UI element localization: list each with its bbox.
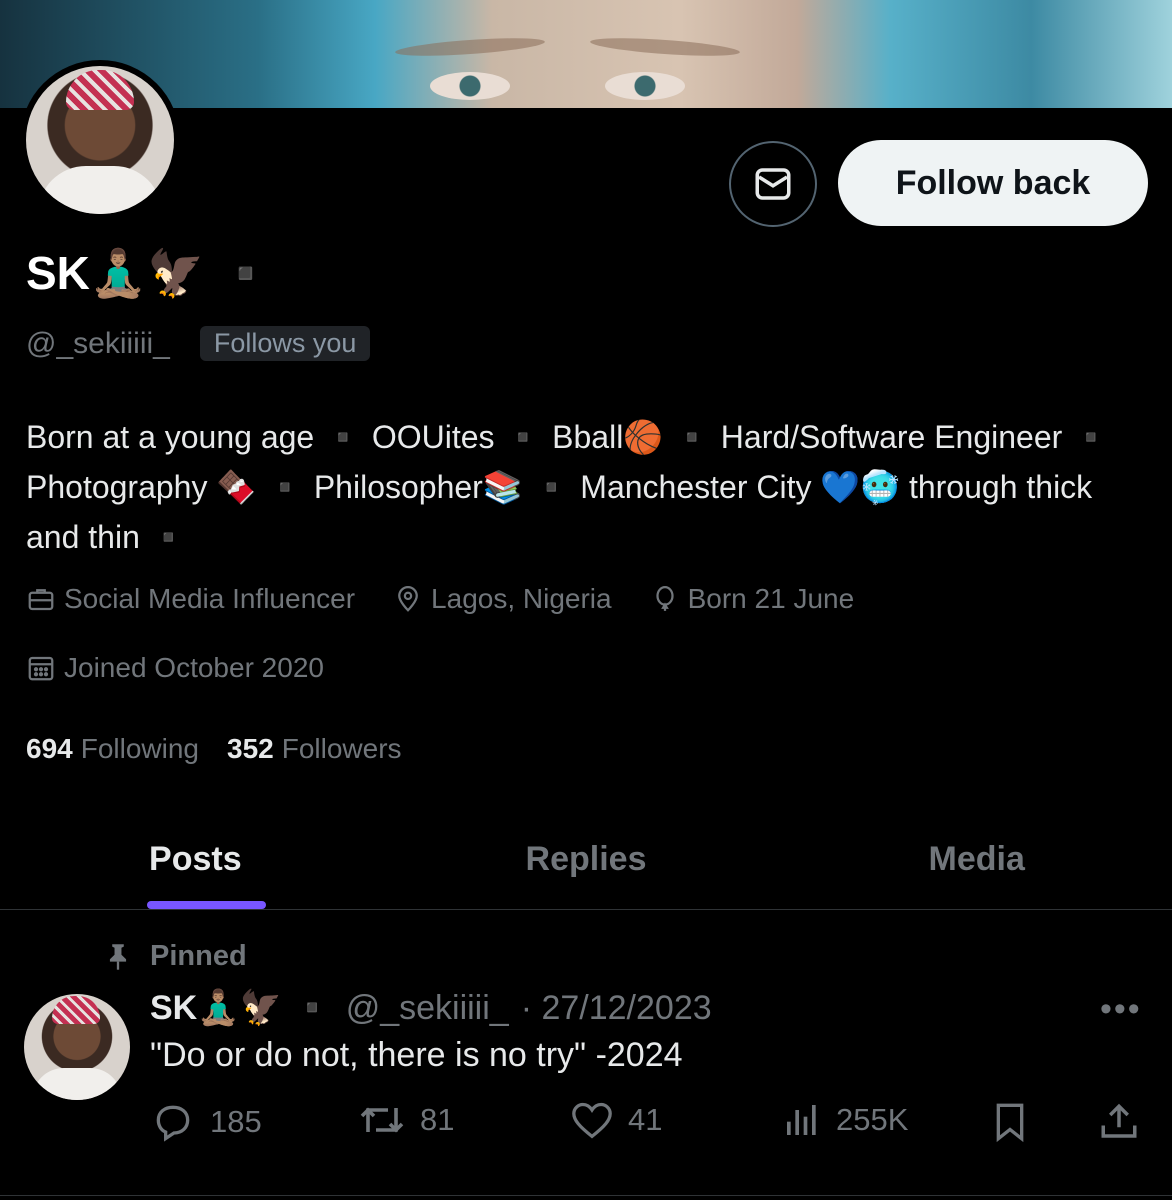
profile-meta-row: Social Media Influencer Lagos, Nigeria B… (26, 583, 892, 615)
pin-icon (109, 943, 127, 970)
avatar-detail (52, 996, 100, 1024)
following-count: 694 (26, 733, 73, 764)
display-name: SK🧘🏽‍♂️🦅 ▪️ (26, 247, 275, 299)
follows-you-badge: Follows you (199, 326, 371, 361)
handle-row: @_sekiiiii_ Follows you (26, 326, 371, 361)
balloon-icon (655, 586, 674, 611)
profile-tabs: Posts Replies Media (0, 810, 1172, 910)
message-button[interactable] (729, 141, 817, 227)
tab-media[interactable]: Media (781, 810, 1172, 909)
repost-count: 81 (420, 1102, 455, 1137)
follow-back-button[interactable]: Follow back (838, 140, 1148, 226)
post-author-name[interactable]: SK🧘🏽‍♂️🦅 ▪️ (150, 988, 334, 1028)
tab-replies[interactable]: Replies (391, 810, 782, 909)
calendar-icon (28, 656, 54, 681)
repost-icon (360, 1107, 404, 1133)
following-link[interactable]: 694 Following (26, 733, 199, 765)
joined-item: Joined October 2020 (26, 652, 324, 684)
avatar-detail (32, 1068, 122, 1100)
bookmark-button[interactable] (990, 1100, 1030, 1144)
post-author-handle[interactable]: @_sekiiiii_ (346, 989, 509, 1028)
birthday-text: Born 21 June (687, 583, 855, 614)
avatar-detail (38, 166, 162, 214)
banner-image-detail (430, 72, 510, 100)
post-actions: 185 81 41 255K (150, 1100, 1146, 1150)
location-pin-icon (398, 586, 418, 612)
post-header: SK🧘🏽‍♂️🦅 ▪️ @_sekiiiii_ · 27/12/2023 (150, 988, 712, 1028)
location-text: Lagos, Nigeria (431, 583, 612, 614)
follow-stats: 694 Following 352 Followers (26, 733, 402, 765)
post-divider (0, 1195, 1172, 1196)
location-item: Lagos, Nigeria (393, 583, 612, 615)
banner-image-detail (589, 34, 741, 60)
active-tab-indicator (147, 901, 266, 909)
following-label: Following (80, 733, 199, 764)
share-icon (1101, 1103, 1137, 1138)
profile-banner[interactable] (0, 0, 1172, 108)
bookmark-icon (996, 1103, 1024, 1143)
post-author-avatar[interactable] (24, 994, 130, 1100)
briefcase-icon (28, 589, 54, 611)
followers-link[interactable]: 352 Followers (227, 733, 402, 765)
avatar-image (26, 66, 174, 214)
more-options-icon[interactable]: ••• (1100, 990, 1142, 1029)
pinned-label: Pinned (104, 940, 247, 973)
banner-image-detail (605, 72, 685, 100)
profile-joined-row: Joined October 2020 (26, 652, 362, 684)
reply-icon (156, 1105, 190, 1142)
reply-count: 185 (210, 1104, 262, 1139)
followers-count: 352 (227, 733, 274, 764)
joined-text: Joined October 2020 (64, 652, 324, 683)
occupation-item: Social Media Influencer (26, 583, 355, 615)
pinned-text: Pinned (150, 940, 247, 972)
followers-label: Followers (281, 733, 402, 764)
profile-avatar[interactable] (20, 60, 180, 220)
banner-image-detail (394, 34, 546, 60)
repost-button[interactable]: 81 (358, 1100, 454, 1140)
post-text: "Do or do not, there is no try" -2024 (150, 1036, 683, 1074)
like-count: 41 (628, 1102, 663, 1137)
post-date[interactable]: · 27/12/2023 (521, 989, 712, 1028)
like-button[interactable]: 41 (570, 1100, 662, 1140)
profile-handle: @_sekiiiii_ (26, 326, 170, 360)
reply-button[interactable]: 185 (150, 1100, 262, 1144)
occupation-text: Social Media Influencer (64, 583, 356, 614)
views-count: 255K (836, 1102, 909, 1137)
share-button[interactable] (1098, 1100, 1140, 1144)
birthday-item: Born 21 June (650, 583, 855, 615)
views-button[interactable]: 255K (782, 1100, 908, 1140)
tab-posts[interactable]: Posts (0, 810, 391, 909)
avatar-detail (66, 70, 134, 110)
heart-icon (572, 1102, 612, 1139)
profile-bio: Born at a young age ▪️ OOUites ▪️ Bball🏀… (26, 419, 1112, 555)
views-chart-icon (787, 1105, 816, 1135)
mail-icon (755, 168, 791, 200)
